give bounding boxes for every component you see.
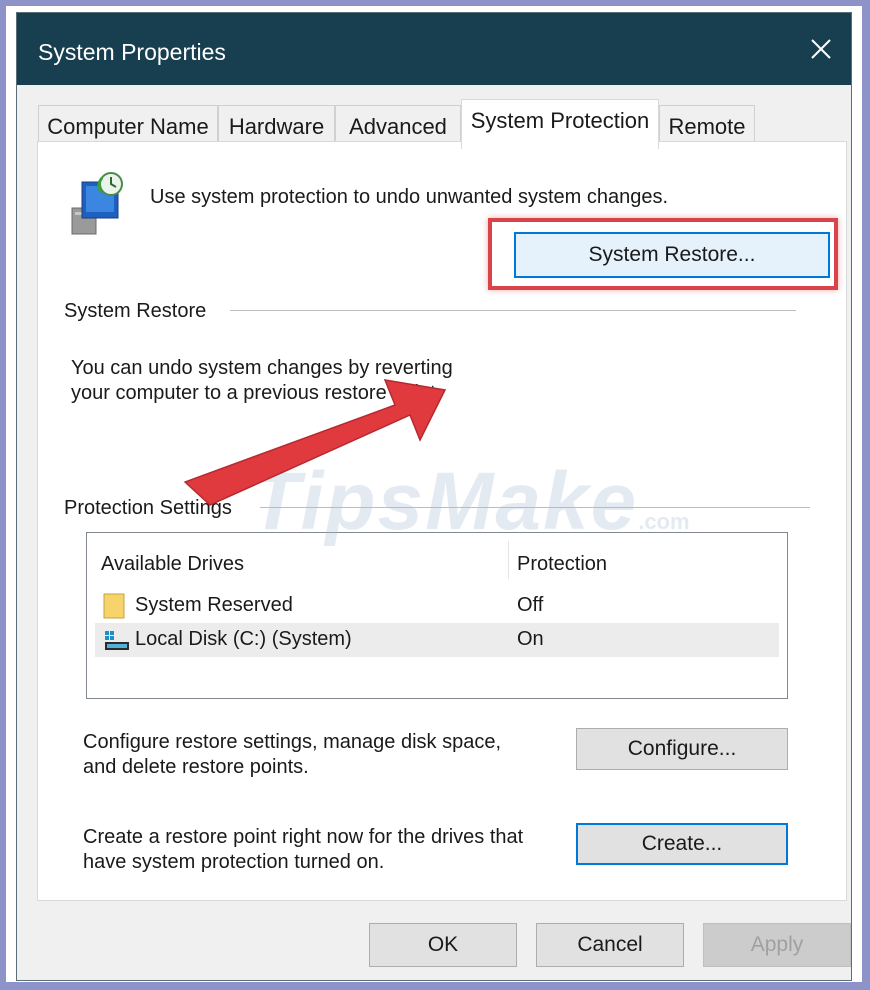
drive-row-local-disk-c[interactable]: Local Disk (C:) (System) On bbox=[95, 623, 779, 657]
title-bar: System Properties bbox=[17, 13, 851, 85]
header-description: Use system protection to undo unwanted s… bbox=[150, 186, 669, 208]
system-restore-description-line2: your computer to a previous restore poin… bbox=[71, 382, 442, 404]
drive-row-system-reserved[interactable]: System Reserved Off bbox=[95, 589, 779, 623]
system-restore-description-line1: You can undo system changes by reverting bbox=[71, 357, 453, 379]
tab-system-protection[interactable]: System Protection bbox=[461, 99, 659, 149]
tab-hardware[interactable]: Hardware bbox=[218, 105, 335, 145]
close-icon bbox=[811, 39, 831, 59]
drive-name: System Reserved bbox=[135, 594, 293, 616]
configure-button[interactable]: Configure... bbox=[576, 728, 788, 770]
watermark: TipsMake.com bbox=[250, 455, 690, 549]
system-restore-button[interactable]: System Restore... bbox=[514, 232, 830, 278]
tab-remote[interactable]: Remote bbox=[659, 105, 755, 145]
drive-name: Local Disk (C:) (System) bbox=[135, 628, 352, 650]
system-protection-icon bbox=[71, 172, 123, 235]
create-description-line1: Create a restore point right now for the… bbox=[83, 826, 524, 848]
configure-description-line1: Configure restore settings, manage disk … bbox=[83, 731, 501, 753]
protection-settings-group-label: Protection Settings bbox=[64, 497, 232, 519]
configure-description-line2: and delete restore points. bbox=[83, 756, 309, 778]
window-title: System Properties bbox=[38, 39, 226, 65]
system-restore-group-label: System Restore bbox=[64, 300, 207, 322]
drive-protection-status: Off bbox=[517, 594, 544, 616]
system-restore-group-divider bbox=[230, 310, 796, 311]
create-button[interactable]: Create... bbox=[576, 823, 788, 865]
cancel-button[interactable]: Cancel bbox=[536, 923, 684, 967]
ok-button[interactable]: OK bbox=[369, 923, 517, 967]
tab-advanced[interactable]: Advanced bbox=[335, 105, 461, 145]
folder-icon bbox=[103, 593, 125, 619]
column-header-available-drives[interactable]: Available Drives bbox=[101, 553, 244, 576]
column-header-protection[interactable]: Protection bbox=[517, 553, 607, 576]
close-button[interactable] bbox=[791, 13, 851, 85]
drive-protection-status: On bbox=[517, 628, 544, 650]
apply-button[interactable]: Apply bbox=[703, 923, 851, 967]
tab-computer-name[interactable]: Computer Name bbox=[38, 105, 218, 145]
watermark-suffix: .com bbox=[638, 509, 690, 534]
create-description-line2: have system protection turned on. bbox=[83, 851, 385, 873]
watermark-text: TipsMake bbox=[250, 456, 639, 547]
system-drive-icon bbox=[105, 631, 129, 650]
drives-list[interactable]: Available Drives Protection System Reser… bbox=[86, 532, 788, 699]
